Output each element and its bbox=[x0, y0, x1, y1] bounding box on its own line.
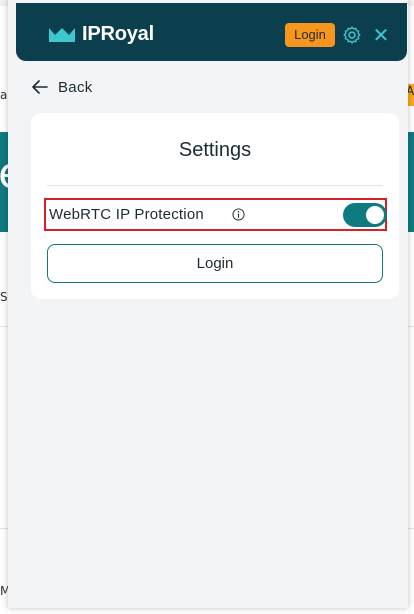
crown-logo-icon bbox=[49, 27, 75, 42]
divider bbox=[47, 185, 383, 186]
extension-popup: IPRoyal Login ✕ Back Settings WebRTC IP … bbox=[8, 0, 408, 608]
close-icon[interactable]: ✕ bbox=[372, 25, 390, 45]
back-button[interactable]: Back bbox=[32, 77, 93, 97]
page-title: Settings bbox=[178, 139, 252, 161]
back-label: Back bbox=[58, 78, 93, 96]
settings-card: Settings WebRTC IP Protection Login bbox=[31, 113, 399, 299]
popup-header: IPRoyal Login ✕ bbox=[16, 3, 407, 61]
arrow-left-icon bbox=[32, 80, 48, 94]
background-text: S bbox=[0, 290, 8, 304]
toggle-knob bbox=[366, 206, 384, 224]
webrtc-label: WebRTC IP Protection bbox=[49, 206, 204, 223]
info-icon[interactable] bbox=[232, 208, 245, 221]
brand-logo: IPRoyal bbox=[48, 23, 154, 46]
webrtc-toggle[interactable] bbox=[343, 203, 387, 227]
login-button[interactable]: Login bbox=[47, 244, 383, 283]
header-login-button[interactable]: Login bbox=[285, 23, 335, 47]
background-text: a bbox=[0, 88, 8, 102]
webrtc-setting-row: WebRTC IP Protection bbox=[44, 198, 387, 231]
brand-name: IPRoyal bbox=[82, 23, 154, 45]
gear-icon[interactable] bbox=[342, 25, 362, 45]
